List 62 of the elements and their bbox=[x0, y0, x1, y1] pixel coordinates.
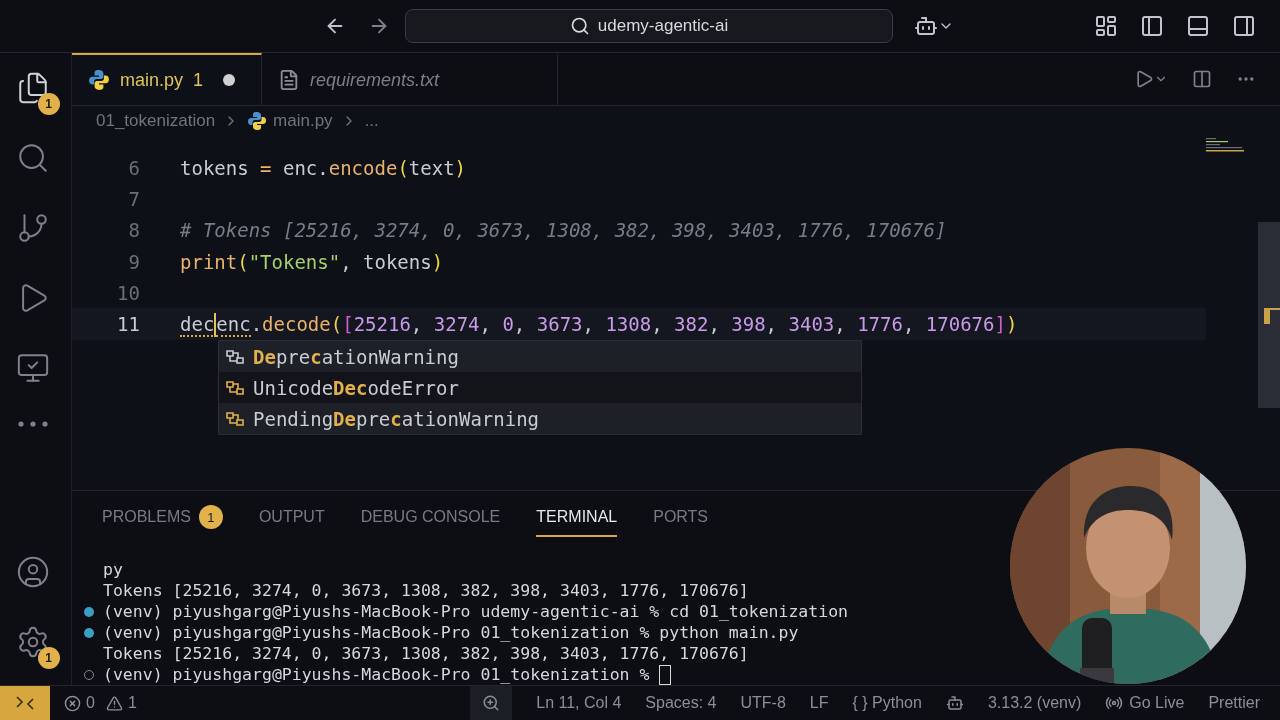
terminal-line: (venv) piyushgarg@Piyushs-MacBook-Pro udemy-agentic-ai % cd 01_tokenization bbox=[103, 602, 849, 621]
panel-tab[interactable]: DEBUG CONSOLE bbox=[360, 505, 501, 537]
remote-icon bbox=[16, 696, 34, 710]
line-number: 6 bbox=[127, 156, 140, 179]
class-icon bbox=[225, 347, 245, 366]
remote-button[interactable] bbox=[0, 686, 50, 720]
zoom-icon[interactable] bbox=[470, 686, 513, 720]
suggestion-item[interactable]: PendingDeprecationWarning bbox=[219, 403, 861, 434]
line-number: 10 bbox=[116, 281, 140, 304]
scrollbar[interactable] bbox=[1258, 222, 1280, 408]
line-number: 7 bbox=[127, 187, 140, 210]
terminal-line: Tokens [25216, 3274, 0, 3673, 1308, 382, 398, 3403, 1776, 170676] bbox=[103, 581, 749, 600]
copilot-icon[interactable] bbox=[945, 694, 964, 712]
code-line: tokens = enc.encode(text) bbox=[180, 156, 467, 179]
panel-tab[interactable]: TERMINAL bbox=[536, 505, 618, 537]
class-icon bbox=[225, 409, 245, 428]
code-line: dec enc.decode([25216, 3274, 0, 3673, 1308, 382, 398, 3403, 1776, 170676]) bbox=[180, 313, 1018, 336]
status-item[interactable]: Prettier bbox=[1208, 694, 1260, 712]
panel-tab[interactable]: PROBLEMS 1 bbox=[102, 505, 223, 537]
status-item[interactable]: Ln 11, Col 4 bbox=[536, 694, 622, 712]
broadcast-icon bbox=[1105, 694, 1124, 712]
terminal-line: py bbox=[103, 560, 123, 579]
more-icon bbox=[17, 421, 48, 427]
problems-status[interactable]: 0 1 bbox=[64, 694, 137, 712]
code-line: print("Tokens", tokens) bbox=[180, 250, 444, 273]
error-icon bbox=[64, 694, 81, 712]
status-item[interactable]: LF bbox=[809, 694, 829, 712]
python-icon bbox=[247, 111, 268, 131]
explorer-button[interactable]: 1 bbox=[11, 67, 60, 115]
code-line: # Tokens [25216, 3274, 0, 3673, 1308, 382, 398, 3403, 1776, 170676] bbox=[180, 219, 947, 242]
minimap-drawing bbox=[1206, 138, 1246, 154]
panel-tab[interactable]: OUTPUT bbox=[258, 505, 325, 537]
editor-tab[interactable]: main.py 1 bbox=[72, 53, 263, 105]
notification-badge: 1 bbox=[37, 93, 60, 115]
status-item[interactable]: Spaces: 4 bbox=[645, 694, 717, 712]
warning-icon bbox=[105, 694, 123, 712]
command-search-field[interactable]: udemy-agentic-ai bbox=[405, 9, 893, 43]
breadcrumb-item[interactable]: 01_tokenization bbox=[96, 111, 216, 131]
panel-tab[interactable]: PORTS bbox=[653, 505, 709, 537]
line-number: 11 bbox=[116, 313, 140, 336]
terminal-line: (venv) piyushgarg@Piyushs-MacBook-Pro 01_tokenization % bbox=[103, 665, 651, 684]
scroll-marker bbox=[1264, 308, 1280, 324]
search-icon bbox=[569, 16, 590, 36]
notification-badge: 1 bbox=[37, 647, 60, 669]
terminal-line: (venv) piyushgarg@Piyushs-MacBook-Pro 01_tokenization % python main.py bbox=[103, 623, 799, 642]
status-item[interactable]: 3.13.2 (venv) bbox=[987, 694, 1082, 712]
status-item[interactable]: { } Python bbox=[852, 694, 922, 712]
settings-button[interactable]: 1 bbox=[11, 621, 60, 669]
suggestion-item[interactable]: DeprecationWarning bbox=[219, 341, 861, 372]
go-live-button[interactable]: Go Live bbox=[1105, 694, 1185, 712]
remote-icon bbox=[15, 351, 50, 385]
count-badge: 1 bbox=[198, 505, 223, 529]
breadcrumb-item[interactable]: ... bbox=[364, 111, 379, 131]
class-icon bbox=[225, 378, 245, 397]
account-icon bbox=[15, 555, 50, 589]
suggestion-item[interactable]: UnicodeDecodeError bbox=[219, 372, 861, 403]
python-icon bbox=[88, 69, 110, 91]
status-item[interactable]: UTF-8 bbox=[740, 694, 786, 712]
line-number: 8 bbox=[127, 219, 140, 242]
terminal-line: Tokens [25216, 3274, 0, 3673, 1308, 382, 398, 3403, 1776, 170676] bbox=[103, 644, 749, 663]
line-number: 9 bbox=[127, 250, 140, 273]
breadcrumb-item[interactable]: main.py bbox=[247, 111, 333, 131]
